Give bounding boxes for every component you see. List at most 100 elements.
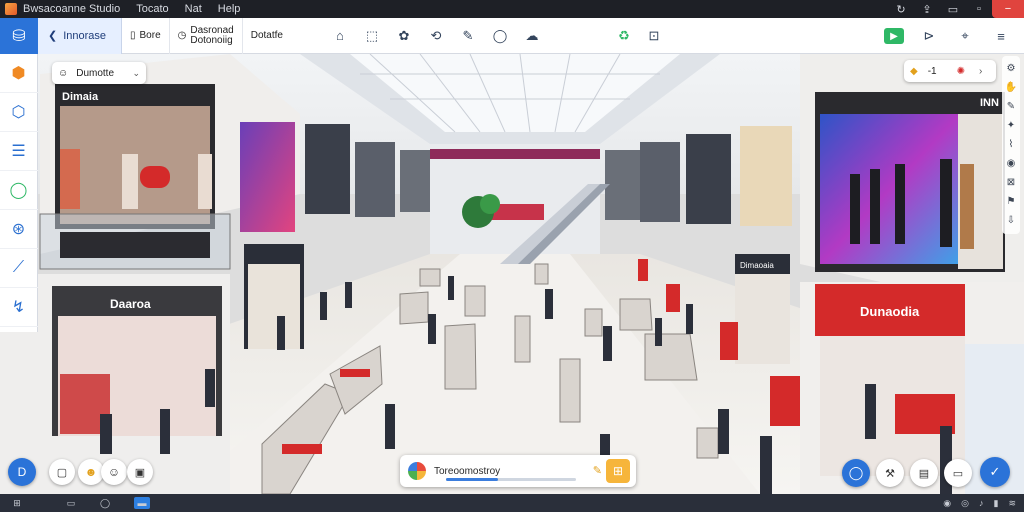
- message-icon[interactable]: ▭: [944, 459, 972, 487]
- menu-icon[interactable]: ≡: [990, 25, 1012, 47]
- sign-right-lower: Dunaodia: [860, 304, 920, 319]
- download-icon[interactable]: ⇩: [1007, 214, 1015, 227]
- edit-icon[interactable]: ✎: [1007, 100, 1015, 113]
- scene-viewport[interactable]: Dimaia Daaroa INN Dunaodia Dimaoaia: [0, 54, 1024, 494]
- battery-icon[interactable]: ▮: [994, 498, 999, 509]
- map-marker-icon[interactable]: ⛁: [0, 17, 38, 54]
- store-label: Bore: [139, 30, 161, 41]
- crop-icon[interactable]: ⊡: [643, 25, 665, 47]
- brush-icon[interactable]: ⌇: [1009, 138, 1014, 151]
- list-icon[interactable]: ☰: [0, 132, 38, 171]
- os-taskbar: ⊞ ▭ ◯ ▬ ◉ ◎ ♪ ▮ ≋: [0, 494, 1024, 512]
- chat-icon[interactable]: ◯: [489, 25, 511, 47]
- files-icon[interactable]: ▭: [64, 497, 78, 509]
- color-wheel-icon: [408, 462, 426, 480]
- chrome-icon[interactable]: ◎: [961, 498, 969, 509]
- network-icon[interactable]: ◉: [943, 498, 951, 509]
- document-icon: ▯: [130, 30, 136, 41]
- lock-icon[interactable]: ⊠: [1007, 176, 1015, 189]
- confirm-icon[interactable]: ✓: [980, 457, 1010, 487]
- menu-nat[interactable]: Nat: [185, 3, 202, 15]
- cloud-icon[interactable]: ☁: [521, 25, 543, 47]
- share-icon[interactable]: ⇪: [914, 0, 940, 18]
- progress-bar: [446, 478, 576, 481]
- eye-icon[interactable]: ◉: [1007, 157, 1016, 170]
- pin-icon[interactable]: ⊳: [918, 25, 940, 47]
- back-button[interactable]: ❮ Innorase: [38, 17, 122, 54]
- sign-left-lower: Daaroa: [110, 297, 151, 311]
- chevron-left-icon: ❮: [48, 30, 58, 42]
- sign-right-mid: Dimaoaia: [740, 261, 774, 270]
- sign-left-upper: Dimaia: [62, 91, 99, 103]
- recycle-icon[interactable]: ♻: [613, 25, 635, 47]
- hand-icon[interactable]: ✋: [1005, 81, 1017, 94]
- chevron-down-icon: ⌄: [132, 67, 140, 78]
- location-selector[interactable]: ☺ Dumotte ⌄: [52, 62, 146, 84]
- chevron-right-icon[interactable]: ›: [979, 66, 982, 77]
- person-pin-icon: ☺: [58, 67, 69, 79]
- store-button[interactable]: ▯ Bore: [122, 17, 170, 54]
- start-icon[interactable]: ⊞: [10, 497, 24, 509]
- settings-icon[interactable]: ⚙: [1007, 62, 1016, 75]
- donate-label: Dotatfe: [250, 30, 283, 41]
- light-icon[interactable]: ✦: [1007, 119, 1015, 132]
- compass-rose-icon[interactable]: ✺: [957, 66, 965, 77]
- compass-icon[interactable]: ⊛: [0, 210, 38, 249]
- navigate-icon[interactable]: D: [8, 458, 36, 486]
- system-tray: ◉ ◎ ♪ ▮ ≋: [943, 494, 1016, 512]
- sign-right-upper: INN: [980, 97, 999, 109]
- close-icon[interactable]: −: [992, 0, 1024, 18]
- palette-icon[interactable]: ✿: [393, 25, 415, 47]
- circle-icon[interactable]: ◯: [0, 171, 38, 210]
- image-icon[interactable]: ▤: [910, 459, 938, 487]
- window-controls: ↻ ⇪ ▭ ▫ −: [888, 0, 1024, 18]
- sync-icon[interactable]: ↻: [888, 0, 914, 18]
- dashboard-button[interactable]: ◷ Dasronad Dotonoiig: [170, 17, 243, 54]
- route-icon[interactable]: ↯: [0, 288, 38, 327]
- tool-group-2: ♻ ⊡: [613, 25, 665, 47]
- menu-app-name[interactable]: Bwsacoanne Studio: [23, 3, 120, 15]
- flag-icon[interactable]: ⚑: [1007, 195, 1016, 208]
- minimize-icon[interactable]: ▭: [940, 0, 966, 18]
- location-icon[interactable]: ⌖: [954, 25, 976, 47]
- record-circle-icon[interactable]: ◯: [842, 459, 870, 487]
- building-icon[interactable]: ⌂: [329, 25, 351, 47]
- maximize-icon[interactable]: ▫: [966, 0, 992, 18]
- measure-icon[interactable]: ⟋: [0, 249, 38, 288]
- left-sidebar: ⬢ ⬡ ☰ ◯ ⊛ ⟋ ↯: [0, 54, 38, 332]
- main-toolbar: ⛁ ❮ Innorase ▯ Bore ◷ Dasronad Dotonoiig…: [0, 17, 1024, 54]
- link-icon[interactable]: ⟲: [425, 25, 447, 47]
- active-app-icon[interactable]: ▬: [134, 497, 150, 509]
- search-panel[interactable]: Toreoomostroy ✎ ⊞: [400, 455, 636, 487]
- cube-icon[interactable]: ⬚: [361, 25, 383, 47]
- tools-icon[interactable]: ⚒: [876, 459, 904, 487]
- floor-counter[interactable]: ◆ -1 ✺ ›: [904, 60, 996, 82]
- donate-button[interactable]: Dotatfe: [243, 18, 291, 54]
- tool-group: ⌂ ⬚ ✿ ⟲ ✎ ◯ ☁: [329, 25, 543, 47]
- browser-icon[interactable]: ◯: [98, 497, 112, 509]
- toolbar-right: ▶ ⊳ ⌖ ≡: [884, 18, 1012, 54]
- clock-icon: ◷: [177, 30, 187, 41]
- app-window: Bwsacoanne Studio Tocato Nat Help ↻ ⇪ ▭ …: [0, 0, 1024, 512]
- menu-help[interactable]: Help: [218, 3, 241, 15]
- grid-icon[interactable]: ⊞: [606, 459, 630, 483]
- gallery-icon[interactable]: ▣: [127, 459, 153, 485]
- hexagon-icon[interactable]: ⬢: [0, 54, 38, 93]
- search-panel-label: Toreoomostroy: [434, 465, 501, 477]
- back-label: Innorase: [63, 29, 107, 42]
- cube-outline-icon[interactable]: ⬡: [0, 93, 38, 132]
- mall-scene: Dimaia Daaroa INN Dunaodia Dimaoaia: [0, 54, 1024, 494]
- record-icon[interactable]: ▶: [884, 28, 904, 44]
- volume-icon[interactable]: ♪: [979, 498, 984, 508]
- menu-bar: Bwsacoanne Studio Tocato Nat Help ↻ ⇪ ▭ …: [0, 0, 1024, 18]
- menu-tocato[interactable]: Tocato: [136, 3, 168, 15]
- wifi-icon[interactable]: ≋: [1008, 498, 1016, 509]
- dashboard-sub-label: Dotonoiig: [190, 34, 233, 46]
- pen-icon[interactable]: ✎: [457, 25, 479, 47]
- layers-icon: ◆: [910, 65, 918, 77]
- pencil-icon[interactable]: ✎: [593, 464, 602, 477]
- chat-bubble-icon[interactable]: ▢: [49, 459, 75, 485]
- avatar-icon[interactable]: ☺: [101, 459, 127, 485]
- progress-fill: [446, 478, 498, 481]
- right-sidebar: ⚙ ✋ ✎ ✦ ⌇ ◉ ⊠ ⚑ ⇩: [1002, 56, 1020, 234]
